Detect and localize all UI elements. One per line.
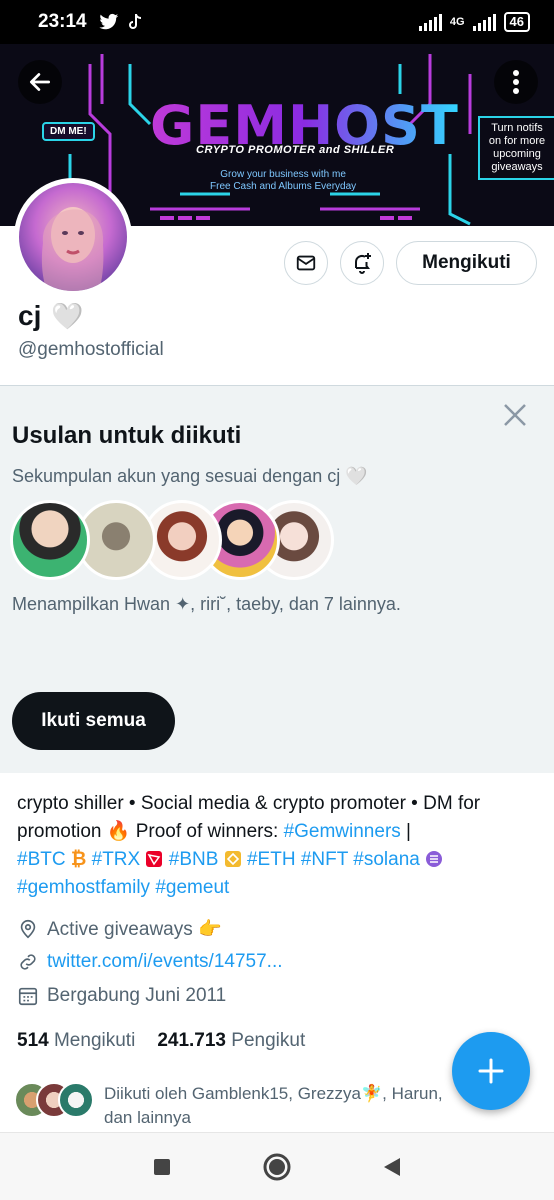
profile-link[interactable]: twitter.com/i/events/14757...	[47, 951, 283, 973]
hashtag-link[interactable]: #BTC	[17, 849, 66, 870]
arrow-left-icon	[29, 73, 51, 91]
link-icon	[20, 954, 36, 970]
following-count[interactable]: 514 Mengikuti	[17, 1030, 135, 1052]
bell-plus-icon	[355, 253, 371, 274]
message-button[interactable]	[284, 241, 328, 285]
heart-emoji: 🤍	[51, 300, 84, 331]
notifs-callout: Turn notifs on for more upcoming giveawa…	[478, 116, 554, 180]
suggestions-showing: Menampilkan Hwan ✦, riri˘, taeby, dan 7 …	[12, 594, 401, 614]
followed-by-avatars	[14, 1082, 94, 1118]
more-vertical-icon	[513, 70, 519, 94]
dm-badge: DM ME!	[42, 122, 95, 141]
compose-tweet-button[interactable]	[452, 1032, 530, 1110]
hashtag-link[interactable]: #BNB	[169, 849, 219, 870]
followed-by[interactable]: Diikuti oleh Gamblenk15, Grezzya🧚, Harun…	[14, 1082, 474, 1130]
mini-avatar	[58, 1082, 94, 1118]
followed-by-text: Diikuti oleh Gamblenk15, Grezzya🧚, Harun…	[104, 1084, 443, 1127]
followers-count[interactable]: 241.713 Pengikut	[157, 1030, 305, 1052]
profile-bio: crypto shiller • Social media & crypto p…	[17, 793, 481, 898]
user-handle: @gemhostofficial	[18, 339, 164, 360]
bnb-icon	[224, 851, 241, 867]
signal-icon	[418, 13, 442, 31]
location-row: Active giveaways 👉	[17, 917, 222, 941]
dismiss-suggestions-button[interactable]	[500, 400, 530, 430]
link-row: twitter.com/i/events/14757...	[17, 951, 283, 973]
twitter-icon	[99, 13, 118, 30]
solana-icon	[426, 851, 443, 867]
profile-avatar[interactable]	[14, 178, 132, 296]
back-button[interactable]	[18, 60, 62, 104]
suggested-avatar	[10, 500, 90, 580]
system-nav-bar	[0, 1132, 554, 1200]
more-options-button[interactable]	[494, 60, 538, 104]
close-icon	[504, 404, 526, 426]
location-text: Active giveaways 👉	[47, 919, 222, 940]
hashtag-link[interactable]: #TRX	[92, 849, 141, 870]
hashtag-link[interactable]: #NFT	[301, 849, 348, 870]
battery-indicator: 46	[503, 12, 530, 32]
location-pin-icon	[20, 919, 36, 939]
mail-icon	[296, 255, 316, 271]
calendar-icon	[18, 987, 38, 1006]
follow-counts: 514 Mengikuti 241.713 Pengikut	[17, 1030, 305, 1052]
follow-all-button[interactable]: Ikuti semua	[12, 692, 175, 750]
bitcoin-icon: ₿	[70, 849, 87, 870]
hashtag-link[interactable]: #ETH	[247, 849, 296, 870]
home-icon[interactable]	[262, 1152, 292, 1182]
hashtag-link[interactable]: #gemhostfamily	[17, 877, 150, 898]
avatar-portrait	[41, 207, 104, 291]
tron-icon	[146, 851, 163, 867]
status-bar: 23:14 4G 46	[0, 0, 554, 44]
network-type: 4G	[449, 16, 465, 28]
joined-text: Bergabung Juni 2011	[47, 985, 227, 1006]
tiktok-icon	[128, 13, 141, 29]
following-button[interactable]: Mengikuti	[396, 241, 537, 285]
notification-button[interactable]	[340, 241, 384, 285]
hashtag-link[interactable]: #Gemwinners	[284, 821, 401, 842]
suggestions-subtitle: Sekumpulan akun yang sesuai dengan cj 🤍	[12, 466, 368, 486]
banner-subtitle: CRYPTO PROMOTER and SHILLER	[196, 144, 395, 156]
banner-tagline: Grow your business with me Free Cash and…	[210, 169, 357, 192]
suggestions-title: Usulan untuk diikuti	[12, 422, 242, 449]
hashtag-link[interactable]: #gemeut	[155, 877, 229, 898]
hashtag-link[interactable]: #solana	[353, 849, 420, 870]
display-name: cj 🤍	[18, 300, 84, 331]
status-time: 23:14	[38, 11, 87, 32]
joined-row: Bergabung Juni 2011	[17, 985, 226, 1007]
recents-icon[interactable]	[152, 1157, 172, 1177]
suggestions-panel: Usulan untuk diikuti Sekumpulan akun yan…	[0, 385, 554, 773]
signal-icon-2	[472, 13, 496, 31]
back-nav-icon[interactable]	[382, 1156, 402, 1178]
plus-icon	[478, 1058, 504, 1084]
